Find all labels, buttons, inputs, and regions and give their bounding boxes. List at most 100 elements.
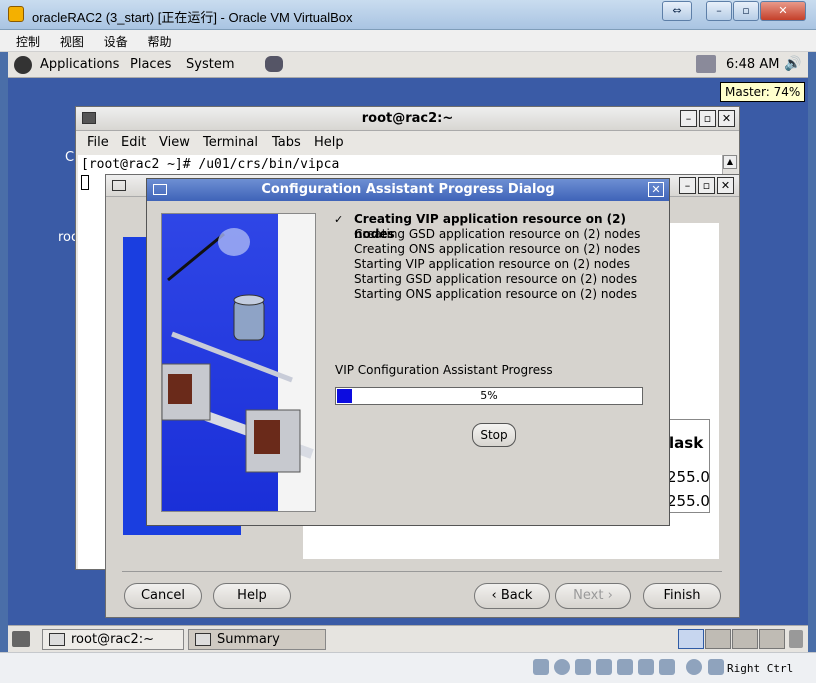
task-item: Starting ONS application resource on (2)… xyxy=(333,287,669,302)
progress-bar: 5% xyxy=(335,387,643,405)
task-item: Starting GSD application resource on (2)… xyxy=(333,272,669,287)
terminal-menubar: File Edit View Terminal Tabs Help xyxy=(76,131,739,153)
printer-icon[interactable] xyxy=(696,55,716,73)
close-button[interactable]: ✕ xyxy=(718,110,735,127)
menu-file[interactable]: File xyxy=(87,135,109,150)
close-button[interactable]: ✕ xyxy=(760,1,806,21)
taskbar-label: Summary xyxy=(217,632,280,647)
terminal-cursor xyxy=(81,175,89,190)
host-menubar: 控制 视图 设备 帮助 xyxy=(0,30,816,52)
menu-help[interactable]: 帮助 xyxy=(140,30,180,50)
next-label: Next xyxy=(573,588,604,603)
stop-button[interactable]: Stop xyxy=(472,423,516,447)
progress-percent: 5% xyxy=(480,389,498,402)
terminal-title: root@rac2:~ xyxy=(361,111,454,126)
workspace-1[interactable] xyxy=(678,629,704,649)
progress-label: VIP Configuration Assistant Progress xyxy=(335,363,553,377)
hard-disk-icon[interactable] xyxy=(533,659,549,675)
workspace-4[interactable] xyxy=(759,629,785,649)
back-button[interactable]: ‹ Back xyxy=(474,583,550,609)
minimize-button[interactable]: – xyxy=(679,177,696,194)
maximize-button[interactable]: ▫ xyxy=(733,1,759,21)
vbox-titlebar: oracleRAC2 (3_start) [正在运行] - Oracle VM … xyxy=(0,0,816,30)
guest-desktop: Applications Places System 6:48 AM 🔊 C r… xyxy=(8,52,808,652)
table-cell: 255.0 xyxy=(667,492,710,510)
bottom-panel: root@rac2:~ Summary xyxy=(8,625,808,652)
applications-menu[interactable]: Applications xyxy=(40,57,119,72)
task-item: Starting VIP application resource on (2)… xyxy=(333,257,669,272)
taskbar-label: root@rac2:~ xyxy=(71,632,155,647)
top-panel: Applications Places System 6:48 AM 🔊 xyxy=(8,52,808,78)
progress-dialog: Configuration Assistant Progress Dialog … xyxy=(146,178,670,526)
minimize-button[interactable]: – xyxy=(680,110,697,127)
volume-tooltip: Master: 74% xyxy=(720,82,806,102)
desktop-text: C xyxy=(65,150,75,165)
workspace-3[interactable] xyxy=(732,629,758,649)
window-icon xyxy=(195,633,211,646)
menu-help[interactable]: Help xyxy=(314,135,344,150)
task-label: Starting ONS application resource on (2)… xyxy=(354,287,638,301)
system-menu[interactable]: System xyxy=(186,57,234,72)
trash-icon[interactable] xyxy=(789,630,803,648)
window-icon xyxy=(112,180,126,191)
cancel-button[interactable]: Cancel xyxy=(124,583,202,609)
back-label: Back xyxy=(500,588,533,603)
menu-tabs[interactable]: Tabs xyxy=(272,135,301,150)
dialog-titlebar: Configuration Assistant Progress Dialog … xyxy=(147,179,669,201)
terminal-line: [root@rac2 ~]# /u01/crs/bin/vipca xyxy=(81,157,340,172)
oracle-illustration xyxy=(161,213,316,512)
network-icon[interactable] xyxy=(596,659,612,675)
taskbar-item-terminal[interactable]: root@rac2:~ xyxy=(42,629,184,650)
maximize-button[interactable]: ▫ xyxy=(699,110,716,127)
summary-table: lask 255.0 255.0 xyxy=(664,419,710,513)
display-icon[interactable] xyxy=(638,659,654,675)
illustration-graphic xyxy=(162,228,314,473)
help-button[interactable]: Help xyxy=(213,583,291,609)
menu-terminal[interactable]: Terminal xyxy=(203,135,258,150)
task-label: Starting VIP application resource on (2)… xyxy=(354,257,630,271)
places-menu[interactable]: Places xyxy=(130,57,171,72)
menu-control[interactable]: 控制 xyxy=(0,30,48,50)
arrow-check-icon: ✓ xyxy=(334,213,344,226)
minimize-button[interactable]: – xyxy=(706,1,732,21)
clock[interactable]: 6:48 AM xyxy=(726,57,779,72)
dialog-title: Configuration Assistant Progress Dialog xyxy=(261,182,555,197)
task-item: Creating ONS application resource on (2)… xyxy=(333,242,669,257)
task-list: ✓ Creating VIP application resource on (… xyxy=(333,212,669,302)
task-label: Starting GSD application resource on (2)… xyxy=(354,272,638,286)
workspace-2[interactable] xyxy=(705,629,731,649)
volume-icon[interactable]: 🔊 xyxy=(784,56,801,72)
close-button[interactable]: ✕ xyxy=(717,177,734,194)
host-key-label: Right Ctrl xyxy=(727,662,794,675)
show-desktop-icon[interactable] xyxy=(12,631,30,647)
task-label: Creating GSD application resource on (2)… xyxy=(354,227,641,241)
close-button[interactable]: ✕ xyxy=(648,182,664,197)
terminal-icon xyxy=(49,633,65,646)
terminal-titlebar: root@rac2:~ – ▫ ✕ xyxy=(76,107,739,131)
gnome-foot-icon[interactable] xyxy=(14,56,32,74)
scroll-up-icon[interactable]: ▲ xyxy=(723,155,737,169)
mouse-integration-icon[interactable] xyxy=(686,659,702,675)
chevron-left-icon: ‹ xyxy=(491,588,501,603)
menu-devices[interactable]: 设备 xyxy=(96,30,136,50)
divider xyxy=(122,571,722,572)
table-header: lask xyxy=(669,434,704,452)
restore-host-button[interactable]: ⇔ xyxy=(662,1,692,21)
maximize-button[interactable]: ▫ xyxy=(698,177,715,194)
video-capture-icon[interactable] xyxy=(659,659,675,675)
menu-edit[interactable]: Edit xyxy=(121,135,146,150)
taskbar-item-summary[interactable]: Summary xyxy=(188,629,326,650)
host-key-icon xyxy=(708,659,724,675)
network-icon[interactable] xyxy=(265,56,283,72)
usb-icon[interactable] xyxy=(575,659,591,675)
vbox-statusbar: Right Ctrl xyxy=(0,652,816,683)
optical-drive-icon[interactable] xyxy=(554,659,570,675)
chevron-right-icon: › xyxy=(603,588,613,603)
task-label: Creating ONS application resource on (2)… xyxy=(354,242,641,256)
menu-view[interactable]: View xyxy=(159,135,190,150)
menu-view[interactable]: 视图 xyxy=(52,30,92,50)
shared-folders-icon[interactable] xyxy=(617,659,633,675)
finish-button[interactable]: Finish xyxy=(643,583,721,609)
task-item: ✓ Creating VIP application resource on (… xyxy=(333,212,669,241)
next-button[interactable]: Next › xyxy=(555,583,631,609)
